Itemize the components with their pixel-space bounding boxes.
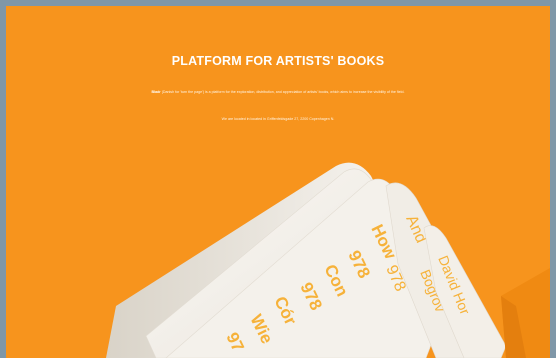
book-image: E E How 978 Con 978 Cór Wie 97 And 978 D… bbox=[106, 162, 550, 358]
hero-banner: PLATFORM FOR ARTISTS' BOOKS Bladr (Danis… bbox=[6, 6, 550, 358]
